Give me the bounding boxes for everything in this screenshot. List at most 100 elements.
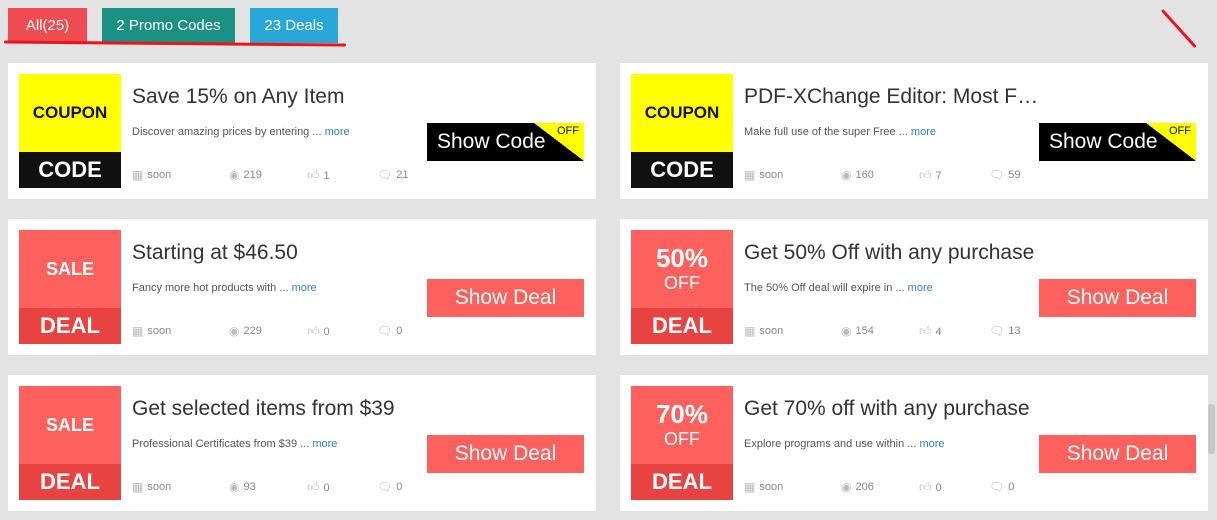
more-link[interactable]: more (312, 438, 337, 450)
show-code-button[interactable]: Show Code OFF (427, 123, 584, 161)
more-link[interactable]: more (919, 438, 944, 450)
offer-card: SALE DEAL Starting at $46.50 Fancy more … (8, 219, 596, 355)
views-stat: ◉ 219 (229, 168, 262, 182)
views-stat: ◉ 154 (841, 324, 874, 338)
badge-percent: 70% (655, 399, 709, 429)
date-stat: ▦ soon (744, 480, 783, 494)
date-stat: ▦ soon (132, 324, 171, 338)
calendar-icon: ▦ (744, 480, 756, 494)
show-deal-button[interactable]: Show Deal (427, 435, 584, 473)
views-value: 229 (243, 325, 262, 337)
offer-stats: ▦ soon ◉ 219 👍︎ 1 🗨︎ 21 (132, 168, 422, 184)
more-link[interactable]: more (908, 282, 933, 294)
filter-deals-button[interactable]: 23 Deals (250, 8, 338, 43)
offer-stats: ▦ soon ◉ 229 👍︎ 0 🗨︎ 0 (132, 324, 422, 340)
comment-icon[interactable]: 🗨︎ (989, 324, 1004, 338)
eye-icon: ◉ (841, 480, 852, 494)
deal-badge: SALE DEAL (19, 386, 121, 500)
show-code-label: Show Code (437, 130, 546, 153)
offer-description: Discover amazing prices by entering ... … (132, 126, 350, 138)
comments-stat[interactable]: 🗨︎ 13 (989, 324, 1020, 338)
date-value: soon (147, 481, 172, 493)
eye-icon: ◉ (229, 168, 240, 182)
description-text: Professional Certificates from $39 ... (132, 438, 310, 450)
offer-description: The 50% Off deal will expire in ... more (744, 282, 933, 294)
likes-stat[interactable]: 👍︎ 1 (307, 168, 330, 183)
offer-title[interactable]: PDF-XChange Editor: Most Feature-rich FR… (744, 85, 1044, 109)
offer-description: Explore programs and use within ... more (744, 438, 945, 450)
comments-value: 0 (1008, 481, 1015, 493)
thumbs-up-icon[interactable]: 👍︎ (919, 480, 932, 495)
filter-promo-codes-button[interactable]: 2 Promo Codes (102, 8, 235, 43)
likes-value: 1 (323, 169, 330, 182)
comments-stat[interactable]: 🗨︎ 0 (377, 480, 402, 494)
more-link[interactable]: more (911, 126, 936, 138)
likes-stat[interactable]: 👍︎ 0 (919, 480, 942, 495)
badge-off: OFF (664, 429, 700, 449)
comments-stat[interactable]: 🗨︎ 0 (989, 480, 1014, 494)
comment-icon[interactable]: 🗨︎ (377, 168, 392, 182)
calendar-icon: ▦ (744, 324, 756, 338)
comment-icon[interactable]: 🗨︎ (377, 324, 392, 338)
badge-type: DEAL (631, 464, 733, 500)
show-code-button[interactable]: Show Code OFF (1039, 123, 1196, 161)
date-value: soon (147, 169, 172, 181)
likes-stat[interactable]: 👍︎ 0 (307, 324, 330, 339)
likes-stat[interactable]: 👍︎ 4 (919, 324, 942, 339)
more-link[interactable]: more (292, 282, 317, 294)
views-value: 160 (855, 169, 874, 181)
eye-icon: ◉ (229, 324, 240, 338)
offer-card: SALE DEAL Get selected items from $39 Pr… (8, 375, 596, 511)
offer-title[interactable]: Save 15% on Any Item (132, 85, 432, 109)
likes-value: 0 (935, 481, 942, 494)
offer-title[interactable]: Get 70% off with any purchase (744, 397, 1044, 421)
comments-stat[interactable]: 🗨︎ 59 (989, 168, 1020, 182)
show-deal-button[interactable]: Show Deal (1039, 435, 1196, 473)
more-link[interactable]: more (325, 126, 350, 138)
offer-title[interactable]: Get 50% Off with any purchase (744, 241, 1044, 265)
likes-value: 7 (935, 169, 942, 182)
offer-title[interactable]: Starting at $46.50 (132, 241, 432, 265)
calendar-icon: ▦ (132, 168, 144, 182)
offer-title[interactable]: Get selected items from $39 (132, 397, 432, 421)
thumbs-up-icon[interactable]: 👍︎ (919, 168, 932, 183)
filter-all-button[interactable]: All(25) (8, 8, 87, 43)
eye-icon: ◉ (841, 168, 852, 182)
eye-icon: ◉ (841, 324, 852, 338)
offer-stats: ▦ soon ◉ 93 👍︎ 0 🗨︎ 0 (132, 480, 422, 496)
views-value: 206 (855, 481, 874, 493)
show-deal-button[interactable]: Show Deal (427, 279, 584, 317)
offer-card: 70% OFF DEAL Get 70% off with any purcha… (620, 375, 1208, 511)
offer-stats: ▦ soon ◉ 160 👍︎ 7 🗨︎ 59 (744, 168, 1034, 184)
comments-value: 59 (1008, 169, 1021, 181)
comment-icon[interactable]: 🗨︎ (989, 480, 1004, 494)
date-value: soon (759, 481, 784, 493)
comment-icon[interactable]: 🗨︎ (377, 480, 392, 494)
comments-value: 13 (1008, 325, 1021, 337)
date-stat: ▦ soon (744, 324, 783, 338)
offer-description: Fancy more hot products with ... more (132, 282, 317, 294)
likes-stat[interactable]: 👍︎ 0 (307, 480, 330, 495)
thumbs-up-icon[interactable]: 👍︎ (307, 168, 320, 183)
comments-value: 0 (396, 325, 403, 337)
likes-value: 0 (323, 325, 330, 338)
description-text: Explore programs and use within ... (744, 438, 917, 450)
views-stat: ◉ 206 (841, 480, 874, 494)
scrollbar-thumb[interactable] (1208, 404, 1215, 454)
offer-card: COUPON CODE Save 15% on Any Item Discove… (8, 63, 596, 199)
coupon-badge: COUPON CODE (631, 74, 733, 188)
thumbs-up-icon[interactable]: 👍︎ (307, 324, 320, 339)
show-deal-button[interactable]: Show Deal (1039, 279, 1196, 317)
views-stat: ◉ 93 (229, 480, 256, 494)
badge-type: CODE (631, 152, 733, 188)
views-value: 154 (855, 325, 874, 337)
thumbs-up-icon[interactable]: 👍︎ (919, 324, 932, 339)
comment-icon[interactable]: 🗨︎ (989, 168, 1004, 182)
description-text: Fancy more hot products with ... (132, 282, 289, 294)
comments-stat[interactable]: 🗨︎ 0 (377, 324, 402, 338)
likes-stat[interactable]: 👍︎ 7 (919, 168, 942, 183)
likes-value: 0 (323, 481, 330, 494)
thumbs-up-icon[interactable]: 👍︎ (307, 480, 320, 495)
offer-stats: ▦ soon ◉ 154 👍︎ 4 🗨︎ 13 (744, 324, 1034, 340)
comments-stat[interactable]: 🗨︎ 21 (377, 168, 408, 182)
